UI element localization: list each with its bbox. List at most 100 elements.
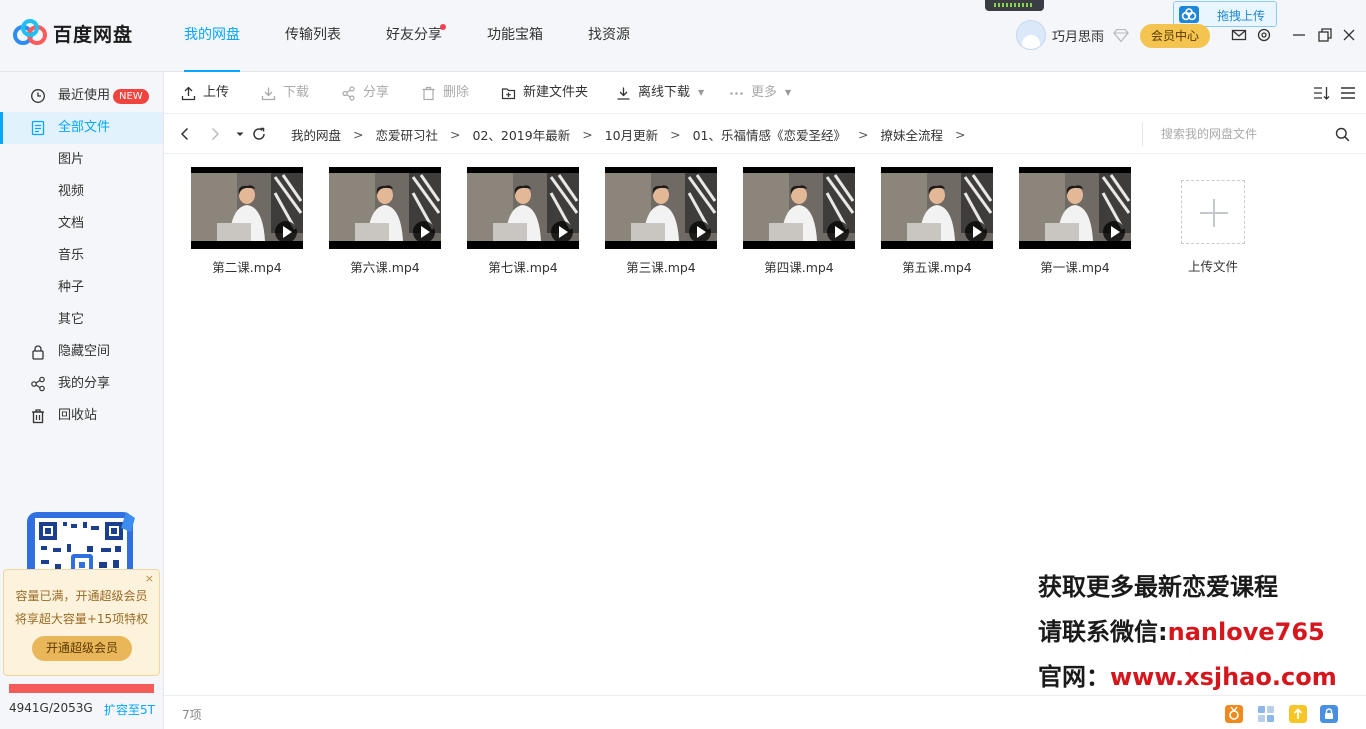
minimize-icon[interactable] xyxy=(1291,27,1307,43)
offline-download-button[interactable]: 离线下载 ▼ xyxy=(616,72,704,114)
username[interactable]: 巧月思雨 xyxy=(1052,26,1104,45)
share-icon xyxy=(342,85,355,101)
breadcrumb-item[interactable]: 10月更新 xyxy=(605,125,658,144)
file-item[interactable]: 第六课.mp4 xyxy=(329,167,441,276)
sidebar-item-label: 图片 xyxy=(58,152,85,167)
sidebar: 最近使用 NEW 全部文件 图片 视频 文档 音乐 种子 其它 隐藏空间 我的分… xyxy=(0,72,164,729)
app-name: 百度网盘 xyxy=(53,23,134,46)
new-badge: NEW xyxy=(113,89,149,104)
delete-label: 删除 xyxy=(443,85,470,100)
download-icon xyxy=(261,87,276,100)
breadcrumb-item[interactable]: 撩妹全流程 xyxy=(881,125,944,144)
sidebar-item-hidden-space[interactable]: 隐藏空间 xyxy=(0,336,163,368)
delete-button[interactable]: 删除 xyxy=(421,72,469,114)
file-item[interactable]: 第七课.mp4 xyxy=(467,167,579,276)
promo-line1: 容量已满，开通超级会员 xyxy=(15,589,148,603)
breadcrumb-item[interactable]: 02、2019年最新 xyxy=(473,125,571,144)
download-button[interactable]: 下载 xyxy=(261,72,309,114)
sidebar-item-documents[interactable]: 文档 xyxy=(0,208,163,240)
file-item[interactable]: 第四课.mp4 xyxy=(743,167,855,276)
sort-icon[interactable] xyxy=(1313,85,1330,101)
back-arrow-icon[interactable] xyxy=(177,126,193,142)
delete-icon xyxy=(422,86,435,100)
file-name: 第六课.mp4 xyxy=(350,260,420,275)
tab-friend-share[interactable]: 好友分享 xyxy=(374,0,454,72)
search-input[interactable] xyxy=(1161,125,1321,143)
medal-icon[interactable] xyxy=(1225,705,1243,723)
sidebar-item-videos[interactable]: 视频 xyxy=(0,176,163,208)
video-thumbnail xyxy=(881,167,993,249)
breadcrumb-item[interactable]: 我的网盘 xyxy=(291,125,341,144)
sidebar-item-label: 隐藏空间 xyxy=(58,344,111,359)
diamond-icon[interactable] xyxy=(1113,28,1129,42)
expand-storage-link[interactable]: 扩容至5T xyxy=(104,701,155,718)
main-nav: 我的网盘 传输列表 好友分享 功能宝箱 找资源 xyxy=(172,0,663,72)
breadcrumb-item[interactable]: 01、乐福情感《恋爱圣经》 xyxy=(693,125,846,144)
title-bar: 百度网盘 我的网盘 传输列表 好友分享 功能宝箱 找资源 拖拽上传 巧月思雨 会… xyxy=(0,0,1366,72)
sidebar-item-torrents[interactable]: 种子 xyxy=(0,272,163,304)
upload-file-tile[interactable] xyxy=(1181,180,1245,244)
refresh-icon[interactable] xyxy=(251,126,267,142)
sidebar-item-recent[interactable]: 最近使用 NEW xyxy=(0,80,163,112)
file-item[interactable]: 第三课.mp4 xyxy=(605,167,717,276)
video-thumbnail xyxy=(1019,167,1131,249)
lock-icon[interactable] xyxy=(1320,705,1338,723)
chevron-down-icon: ▼ xyxy=(785,88,792,97)
wechat-id: nanlove765 xyxy=(1167,618,1325,646)
upload-file-label[interactable]: 上传文件 xyxy=(1164,256,1262,275)
network-speed-widget xyxy=(985,0,1044,11)
forward-arrow-icon[interactable] xyxy=(207,126,223,142)
open-super-vip-button[interactable]: 开通超级会员 xyxy=(32,636,132,661)
sidebar-item-label: 我的分享 xyxy=(58,376,111,391)
sidebar-item-music[interactable]: 音乐 xyxy=(0,240,163,272)
upload-icon xyxy=(181,86,196,100)
breadcrumb: 我的网盘 > 恋爱研习社 > 02、2019年最新 > 10月更新 > 01、乐… xyxy=(291,114,978,154)
new-folder-label: 新建文件夹 xyxy=(523,85,589,100)
settings-gear-icon[interactable] xyxy=(1256,27,1272,43)
upload-button[interactable]: 上传 xyxy=(181,72,229,114)
mail-icon[interactable] xyxy=(1231,27,1247,43)
file-item[interactable]: 第二课.mp4 xyxy=(191,167,303,276)
new-folder-icon xyxy=(501,87,516,99)
notification-dot xyxy=(440,24,446,30)
share-button[interactable]: 分享 xyxy=(341,72,389,114)
search-icon[interactable] xyxy=(1335,127,1350,142)
file-item[interactable]: 第五课.mp4 xyxy=(881,167,993,276)
restore-icon[interactable] xyxy=(1317,27,1333,43)
file-name: 第一课.mp4 xyxy=(1040,260,1110,275)
list-view-icon[interactable] xyxy=(1340,85,1356,101)
sidebar-item-all-files[interactable]: 全部文件 xyxy=(0,112,163,144)
file-name: 第三课.mp4 xyxy=(626,260,696,275)
path-bar: 我的网盘 > 恋爱研习社 > 02、2019年最新 > 10月更新 > 01、乐… xyxy=(164,114,1366,154)
tab-toolbox[interactable]: 功能宝箱 xyxy=(475,0,555,72)
upload-arrow-icon[interactable] xyxy=(1289,705,1307,723)
sidebar-item-my-share[interactable]: 我的分享 xyxy=(0,368,163,400)
video-thumbnail xyxy=(191,167,303,249)
sidebar-item-other[interactable]: 其它 xyxy=(0,304,163,336)
file-item[interactable]: 第一课.mp4 xyxy=(1019,167,1131,276)
more-button[interactable]: 更多 ▼ xyxy=(729,72,791,114)
tab-transfer-list[interactable]: 传输列表 xyxy=(273,0,353,72)
breadcrumb-separator: > xyxy=(582,126,593,142)
tab-my-disk[interactable]: 我的网盘 xyxy=(172,0,252,72)
sidebar-item-recycle-bin[interactable]: 回收站 xyxy=(0,400,163,432)
avatar[interactable] xyxy=(1016,20,1046,50)
website-url: www.xsjhao.com xyxy=(1110,663,1337,691)
vip-center-button[interactable]: 会员中心 xyxy=(1140,24,1210,48)
sidebar-item-images[interactable]: 图片 xyxy=(0,144,163,176)
play-icon xyxy=(275,221,297,243)
new-folder-button[interactable]: 新建文件夹 xyxy=(501,72,588,114)
user-area[interactable]: 巧月思雨 xyxy=(1016,20,1129,50)
search-box xyxy=(1142,122,1352,146)
promo-close-icon[interactable]: × xyxy=(145,572,154,585)
play-icon xyxy=(551,221,573,243)
close-icon[interactable] xyxy=(1341,27,1357,43)
apps-grid-icon[interactable] xyxy=(1257,705,1275,723)
sidebar-item-label: 视频 xyxy=(58,184,85,199)
sidebar-item-label: 音乐 xyxy=(58,248,85,263)
history-dropdown-icon[interactable] xyxy=(232,126,248,142)
tab-find-resources[interactable]: 找资源 xyxy=(576,0,642,72)
breadcrumb-item[interactable]: 恋爱研习社 xyxy=(376,125,439,144)
sidebar-item-label: 文档 xyxy=(58,216,85,231)
lock-icon xyxy=(32,345,44,360)
